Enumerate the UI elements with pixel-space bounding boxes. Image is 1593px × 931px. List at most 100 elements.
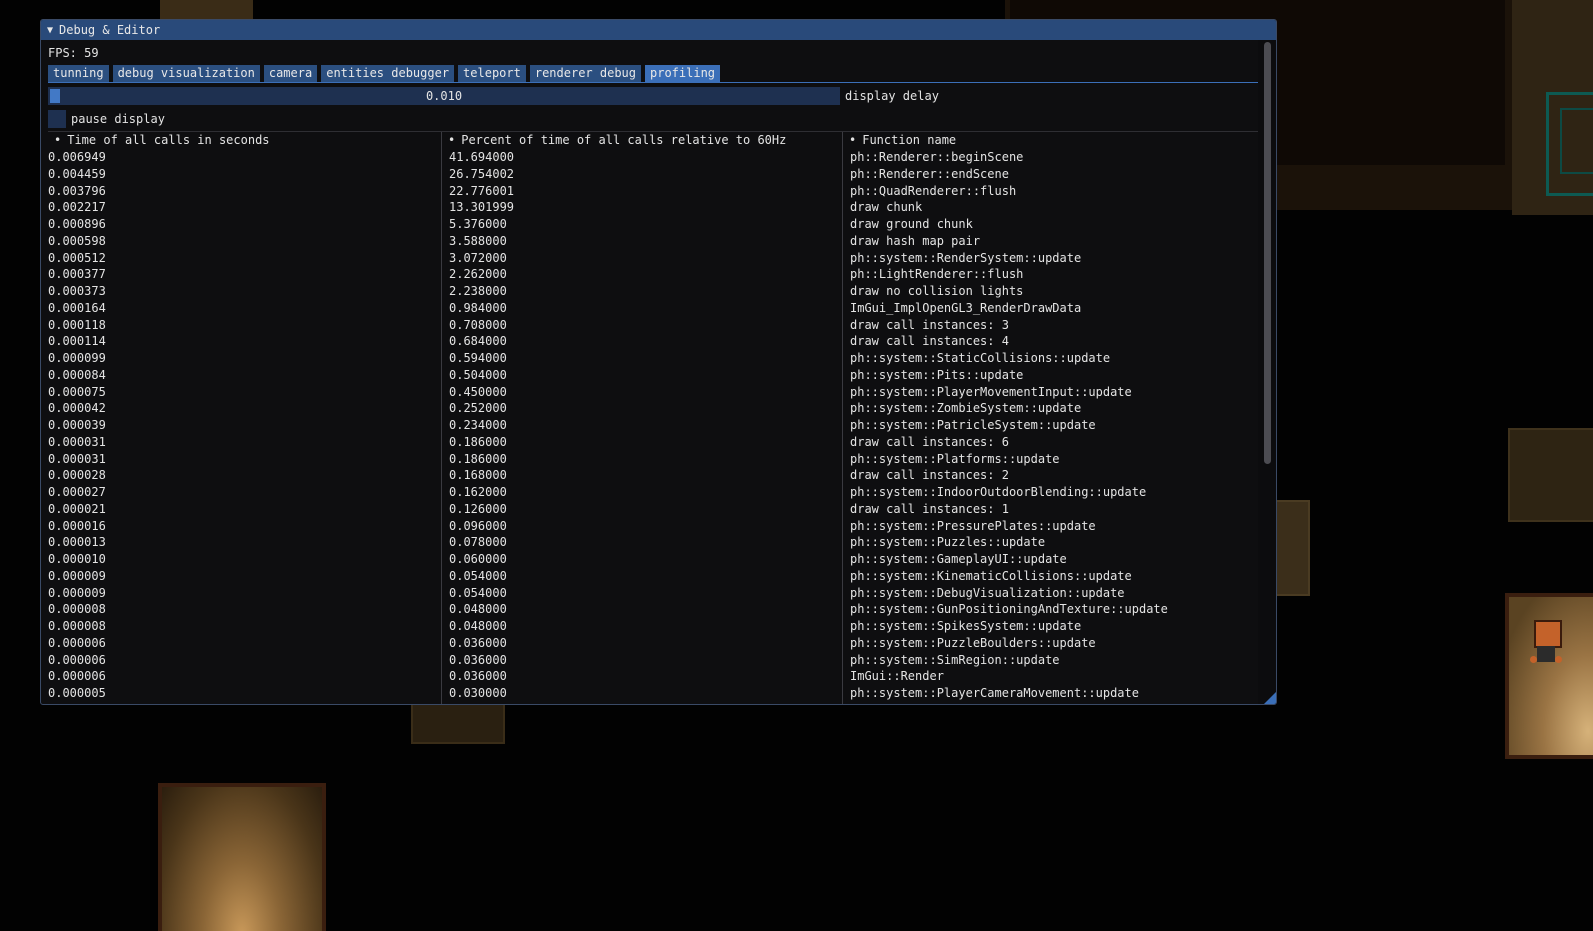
time-cell: 0.000028 bbox=[48, 468, 106, 483]
function-name-cell: ph::system::DebugVisualization::update bbox=[850, 585, 1125, 600]
player-hand bbox=[1530, 656, 1537, 663]
time-cell: 0.000010 bbox=[48, 552, 106, 566]
percent-cell: 0.504000 bbox=[449, 367, 507, 382]
function-name-cell: ph::system::RenderSystem::update bbox=[850, 250, 1082, 265]
percent-cell: 0.234000 bbox=[449, 418, 507, 432]
function-name-cell: draw chunk bbox=[850, 200, 923, 215]
percent-cell: 5.376000 bbox=[449, 217, 507, 231]
function-name-cell: ImGui_ImplOpenGL3_RenderDrawData bbox=[850, 300, 1082, 315]
function-name-cell: draw no collision lights bbox=[850, 284, 1024, 298]
time-cell: 0.000005 bbox=[48, 686, 106, 700]
header-label: Time of all calls in seconds bbox=[67, 133, 270, 147]
time-cell: 0.004459 bbox=[48, 166, 106, 181]
function-name-cell: ph::system::PatricleSystem::update bbox=[850, 418, 1096, 432]
tab-debug-visualization[interactable]: debug visualization bbox=[112, 65, 260, 82]
column-header-percent[interactable]: • Percent of time of all calls relative t… bbox=[442, 132, 842, 149]
tab-renderer-debug[interactable]: renderer debug bbox=[529, 65, 641, 82]
profiling-table: • Time of all calls in seconds 0.006949 0.… bbox=[48, 132, 1258, 704]
time-cell: 0.000084 bbox=[48, 367, 106, 382]
function-name-cell: ImGui::Render bbox=[850, 669, 944, 684]
time-cell: 0.000006 bbox=[48, 652, 106, 667]
percent-cell: 0.450000 bbox=[449, 384, 507, 399]
column-header-function[interactable]: • Function name bbox=[843, 132, 1258, 149]
time-cell: 0.000896 bbox=[48, 217, 106, 231]
function-name-cell: ph::system::SpikesSystem::update bbox=[850, 619, 1082, 633]
time-cell: 0.000042 bbox=[48, 401, 106, 416]
function-name-cell: ph::system::Puzzles::update bbox=[850, 535, 1046, 550]
time-cell: 0.000373 bbox=[48, 284, 106, 298]
triangle-down-icon[interactable]: ▼ bbox=[47, 25, 53, 36]
bullet-icon: • bbox=[54, 133, 62, 147]
bullet-icon: • bbox=[448, 133, 456, 147]
vertical-scrollbar[interactable] bbox=[1258, 40, 1276, 704]
time-cell: 0.000075 bbox=[48, 384, 106, 399]
tab-bar: tunning debug visualization camera entit… bbox=[48, 65, 721, 82]
time-cell: 0.000031 bbox=[48, 451, 106, 466]
function-name-cell: ph::system::SimRegion::update bbox=[850, 652, 1060, 667]
tab-underline bbox=[48, 82, 1258, 83]
function-name-cell: ph::system::Platforms::update bbox=[850, 451, 1060, 466]
resize-grip-icon[interactable] bbox=[1264, 692, 1276, 704]
percent-cell: 0.078000 bbox=[449, 535, 507, 550]
percent-column: • Percent of time of all calls relative t… bbox=[441, 132, 842, 704]
tab-tunning[interactable]: tunning bbox=[48, 65, 109, 82]
tab-entities-debugger[interactable]: entities debugger bbox=[321, 65, 455, 82]
time-cell: 0.002217 bbox=[48, 200, 106, 215]
header-label: Function name bbox=[862, 133, 957, 147]
pause-display-checkbox[interactable] bbox=[48, 110, 66, 128]
percent-cell: 0.060000 bbox=[449, 552, 507, 566]
function-name-cell: ph::system::IndoorOutdoorBlending::updat… bbox=[850, 485, 1147, 499]
pause-display-label: pause display bbox=[71, 112, 165, 126]
time-cell: 0.000021 bbox=[48, 501, 106, 516]
time-cell: 0.000099 bbox=[48, 351, 106, 365]
time-cell: 0.000008 bbox=[48, 619, 106, 633]
tab-camera[interactable]: camera bbox=[263, 65, 318, 82]
time-cell: 0.000006 bbox=[48, 635, 106, 650]
percent-cell: 3.072000 bbox=[449, 250, 507, 265]
function-name-cell: ph::system::StaticCollisions::update bbox=[850, 351, 1111, 365]
column-header-time[interactable]: • Time of all calls in seconds bbox=[48, 132, 440, 149]
function-name-cell: draw hash map pair bbox=[850, 233, 981, 248]
tab-profiling[interactable]: profiling bbox=[645, 65, 721, 82]
time-cell: 0.006949 bbox=[48, 150, 106, 164]
function-name-cell: ph::QuadRenderer::flush bbox=[850, 183, 1017, 198]
lit-floor-tile bbox=[1505, 593, 1593, 759]
function-name-cell: ph::system::GunPositioningAndTexture::up… bbox=[850, 602, 1168, 617]
function-name-cell: draw ground chunk bbox=[850, 217, 973, 231]
fps-label: FPS: 59 bbox=[48, 46, 99, 60]
function-name-cell: ph::system::PuzzleBoulders::update bbox=[850, 635, 1096, 650]
function-name-cell: ph::LightRenderer::flush bbox=[850, 267, 1024, 282]
percent-cell: 0.186000 bbox=[449, 434, 507, 449]
percent-cell: 0.168000 bbox=[449, 468, 507, 483]
percent-cell: 0.048000 bbox=[449, 619, 507, 633]
display-delay-slider[interactable]: 0.010 bbox=[48, 87, 840, 105]
time-cell: 0.000009 bbox=[48, 585, 106, 600]
time-cell: 0.000008 bbox=[48, 602, 106, 617]
percent-cell: 0.096000 bbox=[449, 518, 507, 533]
window-content: FPS: 59 tunning debug visualization came… bbox=[48, 40, 1258, 704]
percent-cell: 0.036000 bbox=[449, 635, 507, 650]
debug-editor-window[interactable]: ▼ Debug & Editor FPS: 59 tunning debug v… bbox=[40, 19, 1277, 705]
percent-cell: 3.588000 bbox=[449, 233, 507, 248]
percent-cell: 0.594000 bbox=[449, 351, 507, 365]
function-name-cell: ph::Renderer::endScene bbox=[850, 166, 1009, 181]
window-titlebar[interactable]: ▼ Debug & Editor bbox=[41, 20, 1276, 40]
scrollbar-thumb[interactable] bbox=[1264, 42, 1271, 464]
percent-cell: 0.036000 bbox=[449, 652, 507, 667]
time-cell: 0.000039 bbox=[48, 418, 106, 432]
tab-teleport[interactable]: teleport bbox=[458, 65, 526, 82]
percent-cell: 0.708000 bbox=[449, 317, 507, 332]
display-delay-label: display delay bbox=[845, 89, 939, 103]
time-cell: 0.000006 bbox=[48, 669, 106, 684]
time-cell: 0.000114 bbox=[48, 334, 106, 349]
time-cell: 0.000118 bbox=[48, 317, 106, 332]
time-column: • Time of all calls in seconds 0.006949 0.… bbox=[48, 132, 440, 704]
player-head bbox=[1534, 620, 1562, 648]
function-name-cell: ph::Renderer::beginScene bbox=[850, 150, 1024, 164]
function-name-cell: ph::system::Pits::update bbox=[850, 367, 1024, 382]
teal-pipe-inner bbox=[1560, 108, 1593, 174]
function-name-cell: ph::system::PressurePlates::update bbox=[850, 518, 1096, 533]
window-title: Debug & Editor bbox=[59, 23, 161, 37]
function-name-cell: draw call instances: 2 bbox=[850, 468, 1009, 483]
platform-block bbox=[1508, 428, 1593, 522]
